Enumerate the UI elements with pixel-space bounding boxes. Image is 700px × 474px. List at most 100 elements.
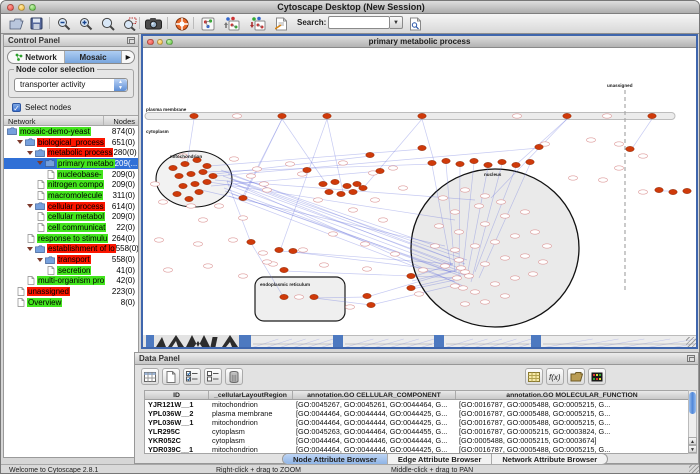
network-node-unmatched[interactable] bbox=[158, 200, 167, 204]
search-input[interactable] bbox=[328, 16, 390, 29]
network-node-unmatched[interactable] bbox=[262, 188, 271, 192]
table-cell[interactable]: mitochondrion bbox=[209, 418, 293, 427]
network-node-matched[interactable] bbox=[418, 145, 426, 150]
table-cell[interactable]: YPL036W__2 bbox=[145, 409, 209, 418]
network-node-unmatched[interactable] bbox=[150, 182, 159, 186]
network-canvas[interactable]: plasma membranecytoplasmmitochondrionnuc… bbox=[143, 48, 696, 335]
tree-row[interactable]: response to stimulu264(0) bbox=[4, 233, 138, 244]
network-node-matched[interactable] bbox=[209, 173, 217, 178]
expand-triangle-icon[interactable] bbox=[27, 204, 33, 208]
tree-row[interactable]: Overview8(0) bbox=[4, 297, 138, 308]
import-attributes-button[interactable] bbox=[567, 368, 585, 385]
network-node-unmatched[interactable] bbox=[480, 222, 489, 226]
network-node-matched[interactable] bbox=[280, 267, 288, 272]
network-node-unmatched[interactable] bbox=[258, 251, 267, 255]
network-node-matched[interactable] bbox=[563, 113, 571, 118]
column-header[interactable]: ID bbox=[145, 391, 209, 399]
network-node-matched[interactable] bbox=[199, 169, 207, 174]
network-node-unmatched[interactable] bbox=[186, 204, 195, 208]
zoom-in-button[interactable] bbox=[76, 15, 95, 32]
network-node-unmatched[interactable] bbox=[510, 234, 519, 238]
network-node-unmatched[interactable] bbox=[474, 204, 483, 208]
network-node-unmatched[interactable] bbox=[246, 174, 255, 178]
table-cell[interactable]: cytoplasm bbox=[209, 436, 293, 445]
select-all-attributes-button[interactable] bbox=[183, 368, 201, 385]
network-node-unmatched[interactable] bbox=[480, 300, 489, 304]
network-node-unmatched[interactable] bbox=[238, 216, 247, 220]
network-node-matched[interactable] bbox=[376, 168, 384, 173]
network-node-unmatched[interactable] bbox=[568, 176, 577, 180]
network-node-unmatched[interactable] bbox=[602, 114, 611, 118]
network-node-unmatched[interactable] bbox=[490, 282, 499, 286]
attribute-browser-tab[interactable]: Edge Attribute Browser bbox=[388, 454, 492, 464]
tree-row[interactable]: secretion41(0) bbox=[4, 265, 138, 276]
view-resize-grip[interactable] bbox=[686, 337, 696, 347]
search-dropdown-button[interactable]: ▼ bbox=[390, 16, 403, 29]
tree-row[interactable]: cellular process614(0) bbox=[4, 201, 138, 212]
table-cell[interactable]: [GO:0044464, GO:0044444, GO:0044425, G..… bbox=[293, 409, 456, 418]
network-node-unmatched[interactable] bbox=[232, 114, 241, 118]
tree-row[interactable]: mosaic-demo-yeast874(0) bbox=[4, 126, 138, 137]
network-node-matched[interactable] bbox=[349, 189, 357, 194]
network-node-unmatched[interactable] bbox=[470, 290, 479, 294]
snapshot-button[interactable] bbox=[144, 15, 163, 32]
network-node-unmatched[interactable] bbox=[328, 232, 337, 236]
network-node-unmatched[interactable] bbox=[512, 114, 521, 118]
network-node-unmatched[interactable] bbox=[638, 190, 647, 194]
network-node-unmatched[interactable] bbox=[228, 238, 237, 242]
network-node-unmatched[interactable] bbox=[598, 178, 607, 182]
network-node-unmatched[interactable] bbox=[470, 244, 479, 248]
network-node-unmatched[interactable] bbox=[294, 295, 303, 299]
network-node-unmatched[interactable] bbox=[464, 274, 473, 278]
network-node-matched[interactable] bbox=[456, 161, 464, 166]
network-node-matched[interactable] bbox=[190, 113, 198, 118]
network-node-unmatched[interactable] bbox=[362, 267, 371, 271]
tree-row[interactable]: nitrogen compo209(0) bbox=[4, 179, 138, 190]
zoom-selected-button[interactable] bbox=[120, 15, 139, 32]
network-node-unmatched[interactable] bbox=[480, 262, 489, 266]
network-node-unmatched[interactable] bbox=[520, 210, 529, 214]
table-row[interactable]: YLR295Ccytoplasm[GO:0045263, GO:0044464,… bbox=[145, 427, 689, 436]
column-header[interactable]: annotation.GO MOLECULAR_FUNCTION bbox=[456, 391, 689, 399]
unselect-all-attributes-button[interactable] bbox=[204, 368, 222, 385]
network-node-unmatched[interactable] bbox=[348, 208, 357, 212]
network-node-unmatched[interactable] bbox=[259, 182, 268, 186]
network-node-unmatched[interactable] bbox=[345, 305, 354, 309]
table-cell[interactable]: [GO:0044464, GO:0044444, GO:0044425, G..… bbox=[293, 418, 456, 427]
network-node-matched[interactable] bbox=[535, 144, 543, 149]
tree-row[interactable]: cell communicat22(0) bbox=[4, 222, 138, 233]
network-node-unmatched[interactable] bbox=[252, 167, 261, 171]
network-node-unmatched[interactable] bbox=[456, 266, 465, 270]
network-node-unmatched[interactable] bbox=[418, 268, 427, 272]
expand-triangle-icon[interactable] bbox=[17, 140, 23, 144]
network-node-unmatched[interactable] bbox=[452, 276, 461, 280]
network-node-matched[interactable] bbox=[175, 173, 183, 178]
expand-triangle-icon[interactable] bbox=[37, 258, 43, 262]
network-node-matched[interactable] bbox=[185, 196, 193, 201]
column-header[interactable]: annotation.GO CELLULAR_COMPONENT bbox=[293, 391, 456, 399]
new-attribute-button[interactable] bbox=[162, 368, 180, 385]
network-node-unmatched[interactable] bbox=[614, 166, 623, 170]
table-cell[interactable]: YPL036W__1 bbox=[145, 418, 209, 427]
network-node-unmatched[interactable] bbox=[154, 238, 163, 242]
network-edge[interactable] bbox=[365, 119, 422, 186]
network-node-matched[interactable] bbox=[337, 191, 345, 196]
network-node-unmatched[interactable] bbox=[530, 230, 539, 234]
network-node-unmatched[interactable] bbox=[458, 286, 467, 290]
window-resize-grip[interactable] bbox=[689, 464, 699, 474]
column-header[interactable]: _cellularLayoutRegion bbox=[209, 391, 293, 399]
network-node-unmatched[interactable] bbox=[198, 218, 207, 222]
table-cell[interactable]: mitochondrion bbox=[209, 400, 293, 409]
network-node-matched[interactable] bbox=[169, 165, 177, 170]
network-node-unmatched[interactable] bbox=[454, 230, 463, 234]
attribute-browser-tab[interactable]: Network Attribute Browser bbox=[492, 454, 607, 464]
expand-triangle-icon[interactable] bbox=[27, 247, 33, 251]
network-node-unmatched[interactable] bbox=[378, 218, 387, 222]
delete-attribute-button[interactable] bbox=[225, 368, 243, 385]
open-session-button[interactable] bbox=[7, 15, 26, 32]
help-button[interactable] bbox=[172, 15, 191, 32]
heatmap-button[interactable] bbox=[588, 368, 606, 385]
table-row[interactable]: YJR121W__1mitochondrion[GO:0045267, GO:0… bbox=[145, 400, 689, 409]
table-cell[interactable]: [GO:0016787, GO:0005488, GO:0005215, G..… bbox=[456, 418, 689, 427]
network-node-unmatched[interactable] bbox=[528, 272, 537, 276]
